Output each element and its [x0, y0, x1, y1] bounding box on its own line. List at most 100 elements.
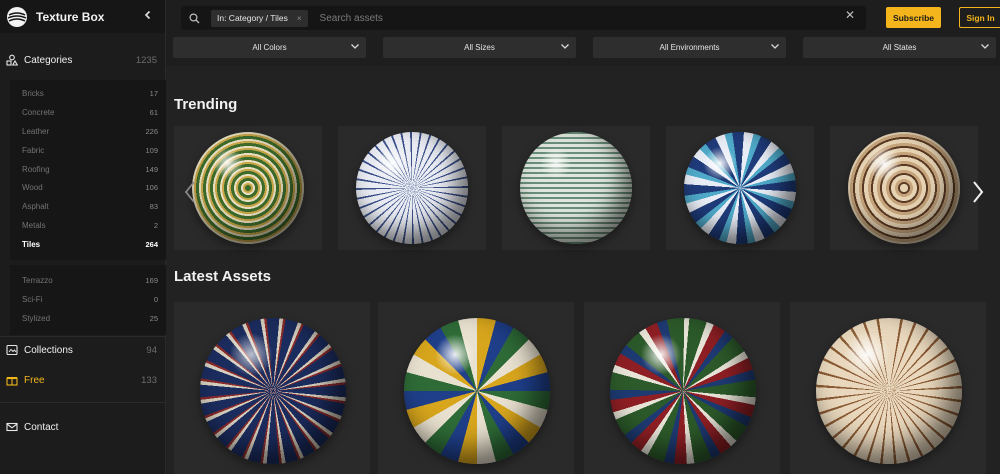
chevron-down-icon	[771, 44, 779, 49]
filter-states[interactable]: All States	[803, 37, 996, 58]
chevron-left-icon[interactable]	[180, 172, 200, 212]
subitem-label: Fabric	[22, 145, 45, 155]
sidebar-item-contact[interactable]: Contact	[0, 415, 166, 439]
chevron-right-icon[interactable]	[968, 172, 988, 212]
logo-icon	[7, 6, 27, 27]
subitem-label: Bricks	[22, 88, 44, 98]
filter-label: All Colors	[252, 43, 287, 52]
search-icon	[181, 12, 207, 24]
sidebar-item-categories[interactable]: Categories 1235	[0, 48, 166, 72]
category-filter-chip[interactable]: In: Category / Tiles ×	[211, 9, 308, 27]
sidebar-item-count: 1235	[135, 54, 157, 66]
material-sphere-preview	[610, 318, 756, 464]
sidebar-item-label: Collections	[24, 344, 73, 356]
subitem-label: Stylized	[22, 313, 51, 323]
subitem-label: Leather	[22, 126, 50, 136]
trending-asset-card[interactable]	[830, 126, 978, 250]
section-title-latest: Latest Assets	[174, 268, 271, 285]
subitem-count: 25	[149, 313, 158, 323]
subitem-label: Roofing	[22, 164, 50, 174]
filter-label: All Sizes	[464, 43, 495, 52]
chevron-down-icon	[981, 44, 989, 49]
trending-asset-card[interactable]	[338, 126, 486, 250]
subitem-label: Tiles	[22, 239, 41, 249]
search-input[interactable]	[319, 12, 820, 24]
sidebar-item-count: 133	[141, 374, 157, 386]
sidebar-subitem-bricks[interactable]: Bricks 17	[10, 84, 166, 102]
subitem-label: Metals	[22, 220, 46, 230]
chevron-down-icon	[561, 44, 569, 49]
sidebar-subitem-asphalt[interactable]: Asphalt 83	[10, 197, 166, 215]
subitem-label: Terrazzo	[22, 275, 53, 285]
top-bar: In: Category / Tiles × ✕ Subscribe Sign …	[166, 0, 1000, 66]
subitem-count: 106	[145, 182, 158, 192]
mail-icon	[5, 420, 19, 434]
subitem-count: 149	[145, 164, 158, 174]
brand-name: Texture Box	[36, 9, 105, 24]
sidebar-item-label: Free	[24, 374, 45, 386]
material-sphere-preview	[356, 132, 468, 244]
sidebar-subitem-concrete[interactable]: Concrete 61	[10, 103, 166, 121]
main-content: Trending Latest Assets	[166, 66, 1000, 474]
latest-asset-card[interactable]	[174, 302, 370, 474]
trending-asset-card[interactable]	[502, 126, 650, 250]
sidebar-subitem-sci-fi[interactable]: Sci-Fi 0	[10, 290, 166, 308]
section-title-trending: Trending	[174, 96, 238, 113]
sidebar-item-collections[interactable]: Collections 94	[0, 338, 166, 362]
filter-environments[interactable]: All Environments	[593, 37, 786, 58]
subitem-count: 169	[145, 275, 158, 285]
latest-asset-card[interactable]	[584, 302, 780, 474]
sidebar-subitem-tiles[interactable]: Tiles 264	[10, 235, 166, 253]
clear-search-icon[interactable]: ✕	[845, 9, 857, 21]
sidebar-item-label: Categories	[24, 54, 73, 66]
subitem-count: 264	[145, 239, 158, 249]
collections-icon	[5, 343, 19, 357]
sidebar-subitem-wood[interactable]: Wood 106	[10, 178, 166, 196]
subitem-label: Concrete	[22, 107, 55, 117]
material-sphere-preview	[816, 318, 962, 464]
filter-sizes[interactable]: All Sizes	[383, 37, 576, 58]
search-box[interactable]: In: Category / Tiles ×	[181, 6, 866, 30]
trending-asset-card[interactable]	[666, 126, 814, 250]
subitem-count: 83	[149, 201, 158, 211]
subitem-count: 17	[149, 88, 158, 98]
shapes-icon	[5, 53, 19, 67]
material-sphere-preview	[848, 132, 960, 244]
subscribe-button[interactable]: Subscribe	[886, 7, 941, 28]
sidebar-item-label: Contact	[24, 421, 59, 433]
close-icon[interactable]: ×	[297, 14, 302, 23]
subitem-count: 0	[153, 294, 158, 304]
material-sphere-preview	[192, 132, 304, 244]
latest-asset-card[interactable]	[378, 302, 574, 474]
brand: Texture Box	[0, 0, 165, 33]
filter-label: All States	[882, 43, 917, 52]
sidebar-subitem-roofing[interactable]: Roofing 149	[10, 160, 166, 178]
material-sphere-preview	[520, 132, 632, 244]
subitem-count: 61	[149, 107, 158, 117]
sidebar-subitem-fabric[interactable]: Fabric 109	[10, 141, 166, 159]
sidebar-item-count: 94	[146, 344, 157, 356]
latest-asset-card[interactable]	[790, 302, 986, 474]
filter-label: All Environments	[659, 43, 720, 52]
divider	[0, 336, 166, 337]
gift-icon	[5, 373, 19, 387]
material-sphere-preview	[404, 318, 550, 464]
chip-label: In: Category / Tiles	[217, 13, 288, 23]
filter-colors[interactable]: All Colors	[173, 37, 366, 58]
sidebar-subitem-leather[interactable]: Leather 226	[10, 122, 166, 140]
subitem-label: Sci-Fi	[22, 294, 43, 304]
sidebar-subitem-stylized[interactable]: Stylized 25	[10, 309, 166, 327]
chevron-left-icon[interactable]	[140, 8, 156, 24]
subitem-label: Asphalt	[22, 201, 49, 211]
chevron-down-icon	[351, 44, 359, 49]
sidebar-subitem-metals[interactable]: Metals 2	[10, 216, 166, 234]
sidebar: Texture Box Categories 1235 Bricks 17 Conc…	[0, 0, 166, 474]
sign-in-button[interactable]: Sign In	[959, 7, 1000, 28]
subitem-count: 109	[145, 145, 158, 155]
sidebar-subitem-terrazzo[interactable]: Terrazzo 169	[10, 271, 166, 289]
material-sphere-preview	[200, 318, 346, 464]
subitem-label: Wood	[22, 182, 43, 192]
subitem-count: 226	[145, 126, 158, 136]
subitem-count: 2	[153, 220, 158, 230]
sidebar-item-free[interactable]: Free 133	[0, 368, 166, 392]
